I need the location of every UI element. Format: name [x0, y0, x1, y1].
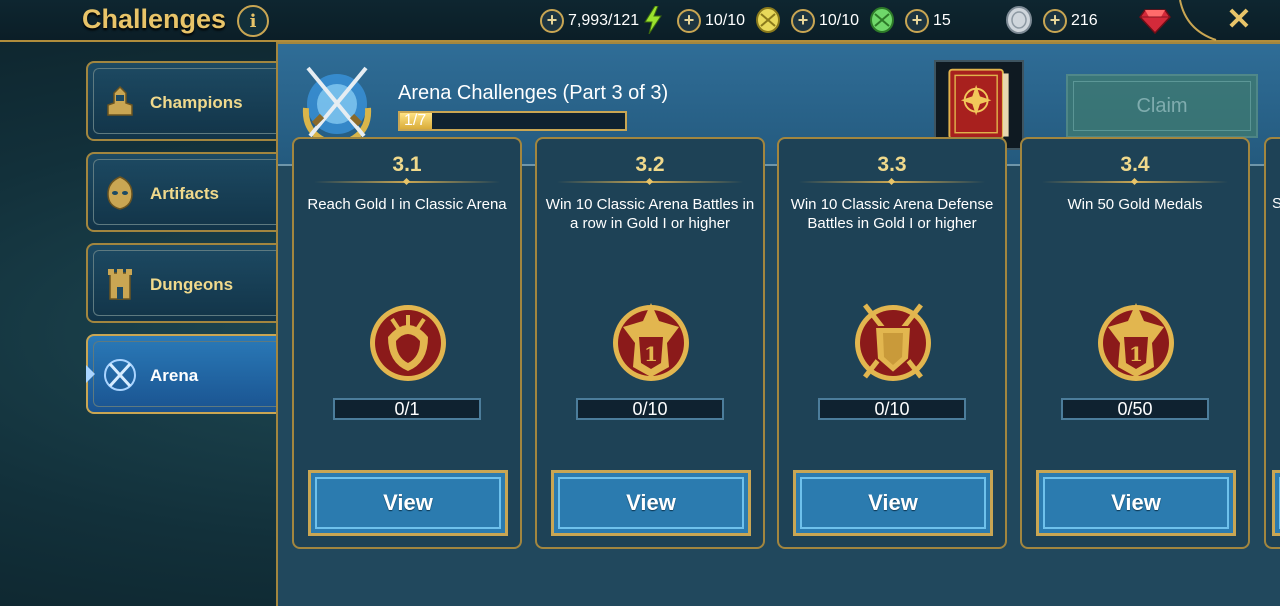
resource-tag-tokens: + 10/10 [791, 7, 894, 34]
shield-swords-medal-icon [855, 303, 931, 381]
resource-silver: + 15 [905, 6, 1032, 34]
view-button[interactable]: View [1036, 470, 1236, 536]
card-description: Win 10 Classic Arena Battles in a row in… [545, 196, 755, 232]
sidebar-item-label: Arena [150, 366, 199, 385]
resource-silver-value: 15 [933, 12, 951, 29]
gold-one-medal-icon: 1 [1098, 303, 1174, 381]
view-button-label: View [626, 490, 676, 515]
top-bar: Challenges i + 7,993/121 + 10/10 + 10/10… [0, 0, 1280, 42]
red-book-icon [948, 68, 1009, 140]
card-number: 3.1 [392, 153, 422, 176]
challenge-progress-text: 1/7 [404, 112, 427, 129]
active-tab-indicator [86, 365, 95, 383]
view-button-label: View [868, 490, 918, 515]
card-divider [1042, 181, 1228, 183]
sidebar-item-artifacts[interactable]: Artifacts [86, 152, 278, 232]
challenge-card-3-3: 3.3 Win 10 Classic Arena Defense Battles… [777, 137, 1007, 549]
view-button[interactable]: View [793, 470, 993, 536]
card-divider [314, 181, 500, 183]
card-progress: 0/1 [333, 398, 481, 420]
add-classic-tokens-button[interactable]: + [677, 9, 701, 33]
challenge-progress-bar: 1/7 [398, 111, 627, 131]
yellow-token-icon [756, 7, 780, 33]
challenge-title: Arena Challenges (Part 3 of 3) [398, 82, 669, 104]
view-button-label: View [1111, 490, 1161, 515]
resource-classic-tokens: + 10/10 [677, 7, 780, 34]
challenge-card-3-4: 3.4 Win 50 Gold Medals 1 0/50 View [1020, 137, 1250, 549]
ruby-gem-icon [1139, 9, 1171, 34]
card-progress: 0/10 [818, 398, 966, 420]
card-progress: 0/50 [1061, 398, 1209, 420]
svg-text:1: 1 [644, 342, 658, 366]
view-button-label: View [383, 490, 433, 515]
card-number: 3.2 [635, 153, 665, 176]
sidebar-item-label: Dungeons [150, 275, 234, 294]
add-gems-button[interactable]: + [1043, 9, 1067, 33]
info-button[interactable]: i [237, 5, 269, 37]
resource-gems: + 216 [1043, 8, 1171, 34]
card-divider [557, 181, 743, 183]
card-description: Reach Gold I in Classic Arena [307, 196, 507, 213]
challenge-card-3-5-partial: S [1264, 137, 1280, 549]
svg-text:1: 1 [1129, 342, 1143, 366]
sidebar-item-label: Artifacts [150, 184, 219, 203]
view-button[interactable]: View [308, 470, 508, 536]
card-number: 3.4 [1120, 153, 1150, 176]
silver-coin-icon [1006, 6, 1032, 34]
green-token-icon [870, 7, 894, 33]
card-description: Win 50 Gold Medals [1067, 196, 1203, 213]
crossed-swords-icon [104, 359, 136, 391]
challenge-card-3-2: 3.2 Win 10 Classic Arena Battles in a ro… [535, 137, 765, 549]
resource-classic-tokens-value: 10/10 [705, 12, 746, 29]
resource-energy: + 7,993/121 [540, 6, 662, 34]
card-description: Win 10 Classic Arena Defense Battles in … [790, 196, 994, 232]
add-silver-button[interactable]: + [905, 9, 929, 33]
card-number: 3.3 [877, 153, 907, 176]
sidebar-item-label: Champions [150, 93, 243, 112]
view-button[interactable] [1272, 470, 1280, 536]
sidebar-item-arena[interactable]: Arena [86, 334, 278, 414]
corner-ornament-icon [1179, 0, 1217, 41]
artifact-mask-icon [107, 176, 133, 210]
card-description: S [1272, 195, 1280, 212]
resource-tag-tokens-value: 10/10 [819, 12, 860, 29]
claim-button-label: Claim [1136, 94, 1188, 117]
card-progress: 0/10 [576, 398, 724, 420]
lightning-icon [644, 6, 662, 34]
gold-one-medal-icon: 1 [613, 303, 689, 381]
close-button[interactable]: ✕ [1222, 2, 1256, 38]
sidebar-item-dungeons[interactable]: Dungeons [86, 243, 278, 323]
sidebar-item-champions[interactable]: Champions [86, 61, 278, 141]
card-divider [799, 181, 985, 183]
resource-gems-value: 216 [1071, 12, 1098, 29]
challenge-card-3-1: 3.1 Reach Gold I in Classic Arena 0/1 Vi… [292, 137, 522, 549]
claim-button[interactable]: Claim [1066, 74, 1258, 138]
dungeon-tower-icon [108, 269, 132, 300]
page-title: Challenges [82, 4, 227, 34]
add-energy-button[interactable]: + [540, 9, 564, 33]
gold-crest-medal-icon [370, 305, 446, 381]
view-button[interactable]: View [551, 470, 751, 536]
resource-energy-value: 7,993/121 [568, 12, 640, 29]
champion-helmet-icon [107, 85, 133, 116]
add-tag-tokens-button[interactable]: + [791, 9, 815, 33]
